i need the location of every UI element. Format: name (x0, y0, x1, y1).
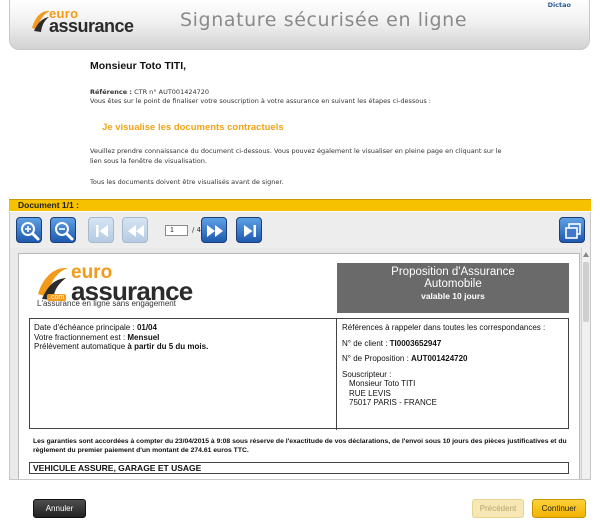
fractionnement-line: Votre fractionnement est : Mensuel (34, 332, 160, 342)
document-viewer[interactable]: euro assurance .com L'assurance en ligne… (9, 248, 591, 480)
document-logo: euro assurance .com (35, 262, 195, 306)
logo-main-text: assurance (49, 16, 134, 36)
page-title: Signature sécurisée en ligne (180, 9, 468, 31)
intro-section: Monsieur Toto TITI, Référence : CTR n° A… (90, 60, 530, 106)
zoom-out-button[interactable] (50, 217, 76, 243)
last-page-icon (244, 225, 256, 237)
document-page: euro assurance .com L'assurance en ligne… (18, 253, 580, 479)
proposition-number-line: N° de Proposition : AUT001424720 (342, 354, 468, 363)
souscripteur-label: Souscripteur : (342, 369, 392, 379)
proposal-header: Proposition d'Assurance Automobile valab… (337, 263, 569, 313)
info-divider (336, 319, 337, 430)
scroll-up-icon[interactable] (583, 252, 589, 257)
contract-payment-info: Date d'échéance principale : 01/04 Votre… (34, 323, 208, 352)
reference-value: CTR n° AUT001424720 (134, 88, 210, 96)
step-notice: Tous les documents doivent être visualis… (90, 178, 284, 186)
echeance-line: Date d'échéance principale : 01/04 (34, 323, 157, 332)
intro-text: Vous êtes sur le point de finaliser votr… (90, 97, 431, 105)
guarantee-notice: Les garanties sont accordées à compter d… (33, 438, 567, 454)
reference-line: Référence : CTR n° AUT001424720 (90, 88, 530, 96)
page-number-input[interactable] (165, 225, 188, 236)
first-page-icon (96, 225, 108, 237)
contract-references: Références à rappeler dans toutes les co… (342, 323, 545, 408)
previous-page-button[interactable] (122, 217, 148, 243)
document-tagline: L'assurance en ligne sans engagement (37, 299, 176, 308)
header: euro assurance Signature sécurisée en li… (9, 0, 590, 50)
scroll-thumb[interactable] (583, 262, 589, 322)
reference-label: Référence : (90, 88, 133, 96)
next-page-icon (207, 225, 223, 237)
souscripteur-name: Monsieur Toto TITI (349, 379, 416, 388)
partner-logo: Dictao (547, 1, 571, 9)
previous-page-icon (128, 225, 144, 237)
continue-button[interactable]: Continuer (532, 499, 586, 518)
client-number-line: N° de client : TI0003652947 (342, 338, 442, 348)
document-bar: Document 1/1 : (9, 199, 591, 211)
prelevement-line: Prélèvement automatique à partir du 5 du… (34, 342, 209, 351)
proposal-validity: valable 10 jours (421, 291, 485, 301)
last-page-button[interactable] (236, 217, 262, 243)
contract-info-box: Date d'échéance principale : 01/04 Votre… (29, 318, 569, 430)
proposal-line1: Proposition d'Assurance (391, 266, 515, 278)
step-text: Veuillez prendre connaissance du documen… (90, 147, 502, 165)
fullscreen-button[interactable] (559, 217, 585, 243)
zoom-out-icon (55, 222, 74, 241)
references-heading: Références à rappeler dans toutes les co… (342, 323, 546, 332)
document-label: Document 1/1 : (18, 200, 79, 210)
greeting: Monsieur Toto TITI, (90, 60, 187, 72)
proposal-line2: Automobile (424, 278, 482, 290)
previous-button[interactable]: Précédent (472, 499, 524, 518)
fullscreen-icon (565, 223, 581, 239)
brand-logo: euro assurance (30, 6, 142, 36)
souscripteur-street: RUE LEVIS (349, 388, 391, 398)
souscripteur-city: 75017 PARIS - FRANCE (349, 398, 437, 407)
page: euro assurance Signature sécurisée en li… (0, 0, 600, 521)
viewer-toolbar: / 4 (9, 212, 591, 248)
viewer-scrollbar[interactable] (581, 248, 590, 479)
first-page-button[interactable] (88, 217, 114, 243)
step-title: Je visualise les documents contractuels (102, 122, 284, 133)
zoom-in-button[interactable] (16, 217, 42, 243)
cancel-button[interactable]: Annuler (33, 499, 86, 518)
vehicule-section-header: VEHICULE ASSURE, GARAGE ET USAGE (29, 462, 569, 474)
page-total: / 4 (192, 226, 202, 234)
next-page-button[interactable] (201, 217, 227, 243)
zoom-in-icon (21, 222, 40, 241)
